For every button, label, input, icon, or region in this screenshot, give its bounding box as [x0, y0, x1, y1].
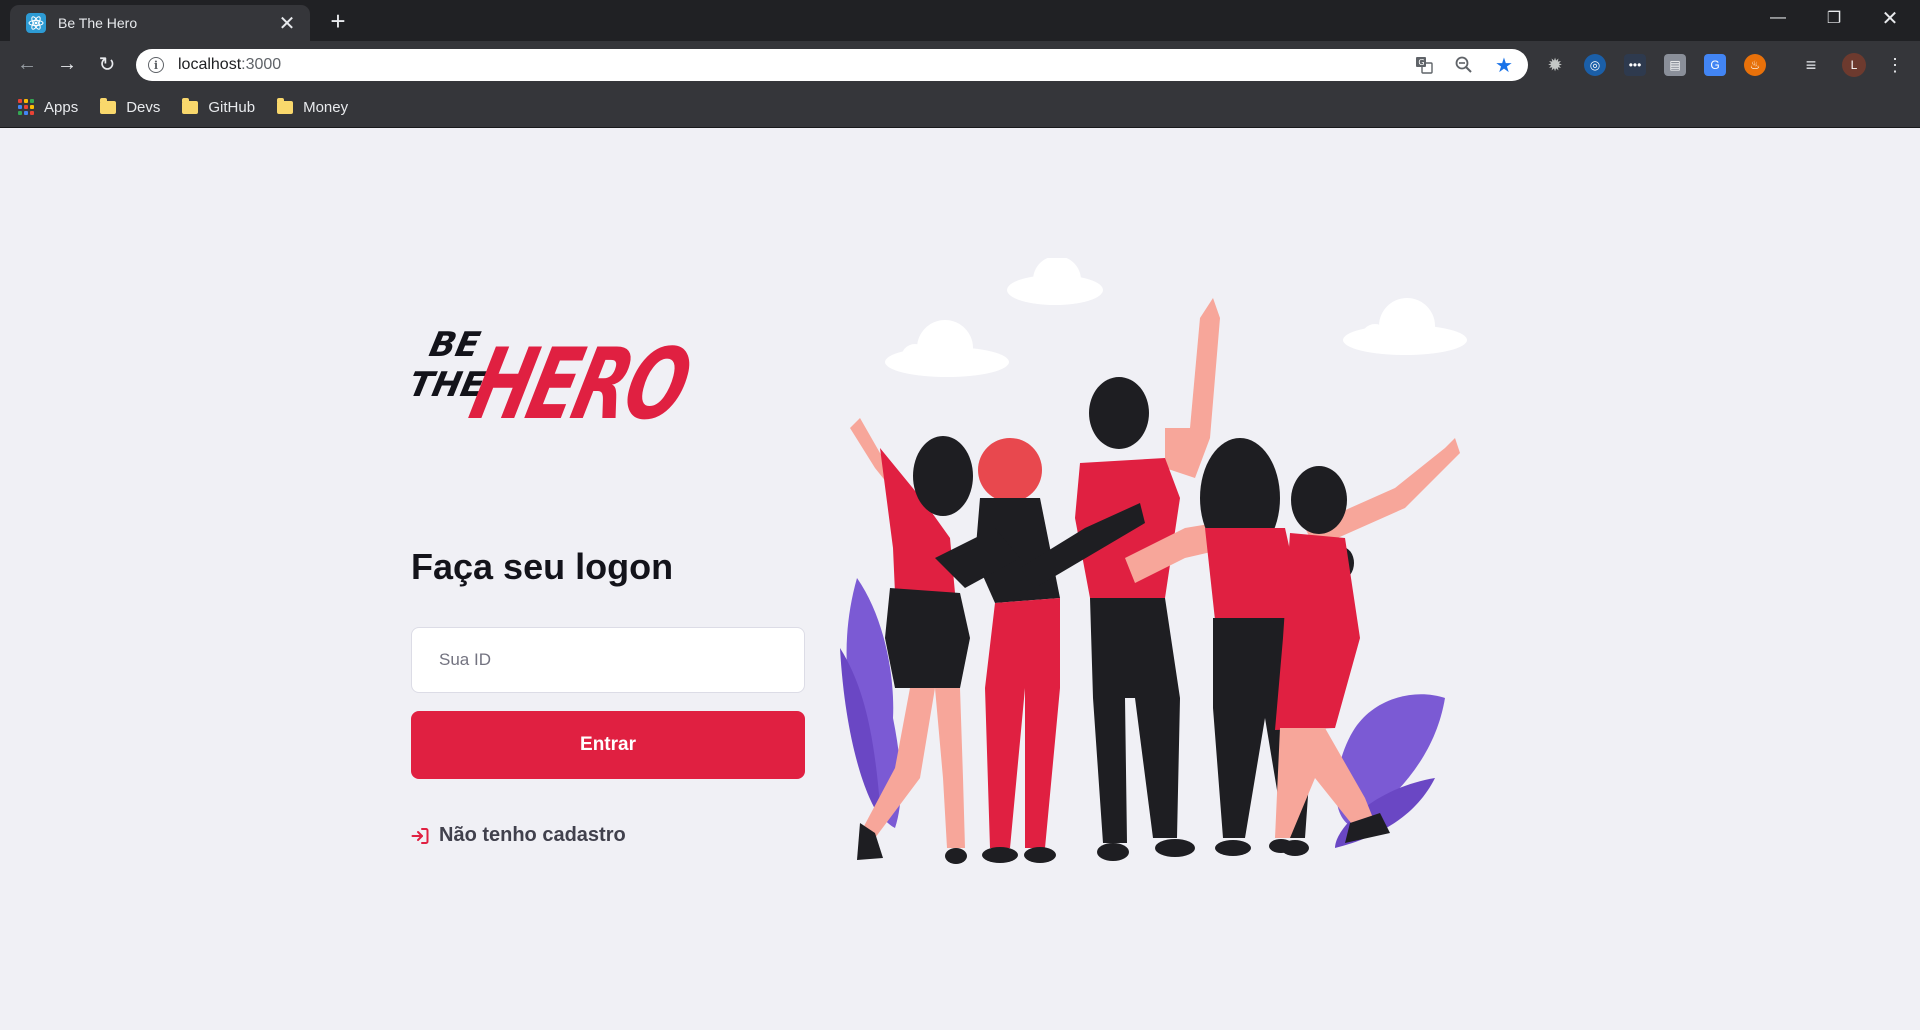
id-input[interactable]	[411, 627, 805, 693]
extension-translate-icon[interactable]: G	[1704, 54, 1726, 76]
folder-icon	[182, 97, 199, 114]
reload-button[interactable]: ↻	[92, 49, 122, 79]
profile-initial: L	[1850, 58, 1858, 72]
logo-hero: HERO	[461, 328, 695, 433]
register-link[interactable]: Não tenho cadastro	[411, 824, 626, 847]
back-button[interactable]: ←	[12, 49, 42, 79]
translate-icon[interactable]: G	[1412, 53, 1436, 77]
url-host: localhost	[178, 56, 242, 73]
bookmarks-bar: Apps Devs GitHub Money	[0, 87, 1920, 128]
site-info-icon[interactable]: i	[148, 57, 164, 73]
bookmark-star-icon[interactable]: ★	[1492, 53, 1516, 77]
address-bar[interactable]: i localhost:3000 G ★	[136, 49, 1528, 81]
extension-dots-icon[interactable]: •••	[1624, 54, 1646, 76]
browser-tab[interactable]: Be The Hero ✕	[10, 5, 310, 41]
restore-button[interactable]: ❐	[1806, 0, 1862, 36]
bookmark-label: Apps	[44, 98, 79, 116]
close-window-button[interactable]: ✕	[1862, 0, 1918, 36]
login-button[interactable]: Entrar	[411, 711, 805, 779]
extension-window-icon[interactable]: ▤	[1664, 54, 1686, 76]
menu-kebab-icon[interactable]: ⋮	[1884, 54, 1906, 76]
zoom-out-icon[interactable]	[1452, 53, 1476, 77]
tab-title: Be The Hero	[58, 15, 138, 31]
apps-grid-icon	[18, 99, 34, 115]
bookmark-apps[interactable]: Apps	[18, 99, 78, 116]
bookmark-label: Devs	[126, 98, 161, 116]
folder-icon	[100, 97, 117, 114]
page-title: Faça seu logon	[411, 546, 674, 587]
profile-avatar[interactable]: L	[1842, 53, 1866, 77]
react-favicon-icon	[26, 13, 46, 33]
svg-text:G: G	[1418, 58, 1424, 67]
url-port: :3000	[241, 56, 282, 73]
cloud-icon	[885, 258, 1467, 377]
be-the-hero-logo: BE THE HERO	[410, 325, 695, 433]
extension-circle-icon[interactable]: ◎	[1584, 54, 1606, 76]
log-in-icon	[411, 827, 429, 844]
minimize-button[interactable]: —	[1750, 0, 1806, 36]
browser-toolbar: ← → ↻ i localhost:3000 G ★ ✹ ◎ ••• ▤ G ♨…	[0, 41, 1920, 87]
bookmark-money[interactable]: Money	[277, 97, 349, 116]
logo-be: BE	[426, 325, 484, 365]
new-tab-button[interactable]: +	[326, 8, 350, 34]
extension-fire-icon[interactable]: ♨	[1744, 54, 1766, 76]
bookmark-label: GitHub	[208, 98, 256, 116]
logon-page: BE THE HERO Faça seu logon Entrar Não te…	[0, 128, 1920, 1030]
folder-icon	[277, 97, 294, 114]
bookmark-label: Money	[303, 98, 349, 116]
bookmark-github[interactable]: GitHub	[182, 97, 256, 116]
register-link-label: Não tenho cadastro	[439, 824, 626, 846]
browser-titlebar: Be The Hero ✕ + — ❐ ✕	[0, 0, 1920, 41]
extension-gear-icon[interactable]: ✹	[1544, 54, 1566, 76]
bookmark-devs[interactable]: Devs	[100, 97, 161, 116]
url-text[interactable]: localhost:3000	[178, 56, 1396, 74]
friends-hugging-illustration	[840, 258, 1467, 864]
forward-button[interactable]: →	[52, 49, 82, 79]
media-queue-icon[interactable]: ≡	[1800, 54, 1822, 76]
tab-close-icon[interactable]: ✕	[276, 12, 298, 35]
